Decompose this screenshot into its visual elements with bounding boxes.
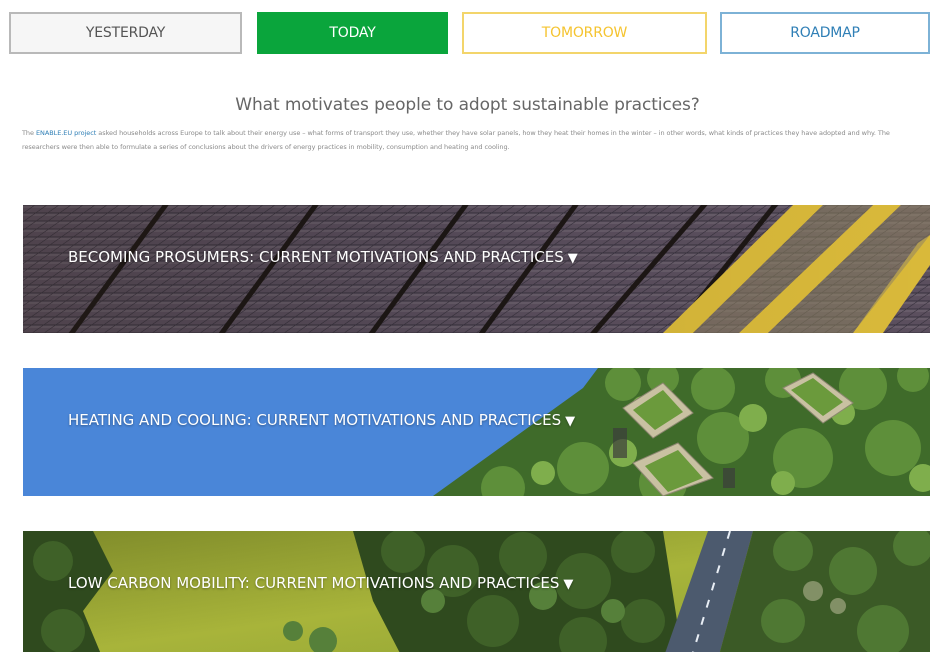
roadmap-button[interactable]: ROADMAP [720,12,930,54]
section-label-text: LOW CARBON MOBILITY: CURRENT MOTIVATIONS… [68,574,560,592]
solar-panels-image [23,205,930,333]
expand-arrow-icon: ▼ [563,577,574,592]
tomorrow-button[interactable]: TOMORROW [462,12,707,54]
intro-paragraph: The ENABLE.EU project asked households a… [22,126,927,154]
section-label-text: HEATING AND COOLING: CURRENT MOTIVATIONS… [68,411,562,429]
section-label-text: BECOMING PROSUMERS: CURRENT MOTIVATIONS … [68,248,564,266]
page: YESTERDAY TODAY TOMORROW ROADMAP What mo… [0,0,935,652]
expand-arrow-icon: ▼ [567,251,578,266]
enable-eu-project-link[interactable]: ENABLE.EU project [36,129,96,137]
section-title-mobility: LOW CARBON MOBILITY: CURRENT MOTIVATIONS… [68,573,608,595]
section-banner-heating-cooling[interactable]: HEATING AND COOLING: CURRENT MOTIVATIONS… [23,368,930,496]
section-title-heating-cooling: HEATING AND COOLING: CURRENT MOTIVATIONS… [68,410,608,432]
yesterday-button[interactable]: YESTERDAY [9,12,242,54]
today-button[interactable]: TODAY [257,12,448,54]
section-title-prosumers: BECOMING PROSUMERS: CURRENT MOTIVATIONS … [68,247,608,269]
intro-text-rest: asked households across Europe to talk a… [22,129,890,151]
section-banner-prosumers[interactable]: BECOMING PROSUMERS: CURRENT MOTIVATIONS … [23,205,930,333]
intro-title: What motivates people to adopt sustainab… [235,95,700,115]
intro-text-start: The [22,129,36,137]
expand-arrow-icon: ▼ [565,414,576,429]
section-banner-mobility[interactable]: LOW CARBON MOBILITY: CURRENT MOTIVATIONS… [23,531,930,652]
green-roof-houses-image [23,368,930,496]
